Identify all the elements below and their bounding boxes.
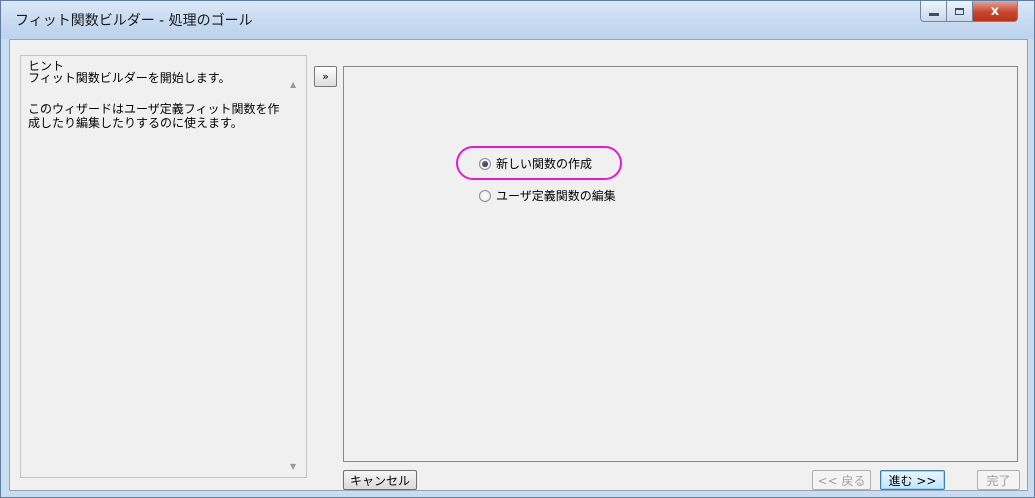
cancel-button[interactable]: キャンセル [343, 470, 417, 490]
scroll-down-icon[interactable]: ▼ [290, 462, 296, 471]
close-icon: x [990, 3, 1000, 19]
option-new-function-label: 新しい関数の作成 [496, 157, 593, 171]
option-edit-function[interactable]: ユーザ定義関数の編集 [479, 187, 616, 204]
scroll-up-icon[interactable]: ▲ [290, 80, 296, 89]
radio-edit-function[interactable] [479, 189, 491, 202]
dialog-client-area: ヒント フィット関数ビルダーを開始します。 このウィザードはユーザ定義フィット関… [9, 39, 1028, 491]
radio-new-function[interactable] [479, 157, 491, 170]
option-new-function[interactable]: 新しい関数の作成 [479, 155, 592, 172]
hint-paragraph-description: このウィザードはユーザ定義フィット関数を作成したり編集したりするのに使えます。 [28, 102, 280, 130]
hint-paragraph-start: フィット関数ビルダーを開始します。 [28, 71, 231, 85]
hint-text: フィット関数ビルダーを開始します。 このウィザードはユーザ定義フィット関数を作成… [28, 71, 286, 147]
maximize-icon [955, 7, 964, 15]
minimize-icon [928, 12, 939, 16]
maximize-button[interactable] [947, 1, 973, 22]
hint-panel: ヒント フィット関数ビルダーを開始します。 このウィザードはユーザ定義フィット関… [20, 55, 307, 478]
double-chevron-right-icon: » [322, 70, 329, 83]
minimize-button[interactable] [920, 1, 947, 22]
next-button[interactable]: 進む >> [880, 470, 945, 490]
expand-hint-button[interactable]: » [314, 66, 337, 87]
option-edit-function-label: ユーザ定義関数の編集 [496, 189, 616, 203]
back-button[interactable]: << 戻る [812, 470, 871, 490]
caption-buttons: x [920, 1, 1018, 23]
close-button[interactable]: x [973, 1, 1018, 22]
finish-button[interactable]: 完了 [977, 470, 1020, 490]
dialog-window: フィット関数ビルダー - 処理のゴール x ヒント フィット関数ビルダーを開始し… [0, 0, 1035, 498]
window-title: フィット関数ビルダー - 処理のゴール [15, 13, 253, 29]
title-bar[interactable]: フィット関数ビルダー - 処理のゴール x [1, 1, 1034, 39]
goal-options-panel: 新しい関数の作成 ユーザ定義関数の編集 [343, 66, 1018, 462]
